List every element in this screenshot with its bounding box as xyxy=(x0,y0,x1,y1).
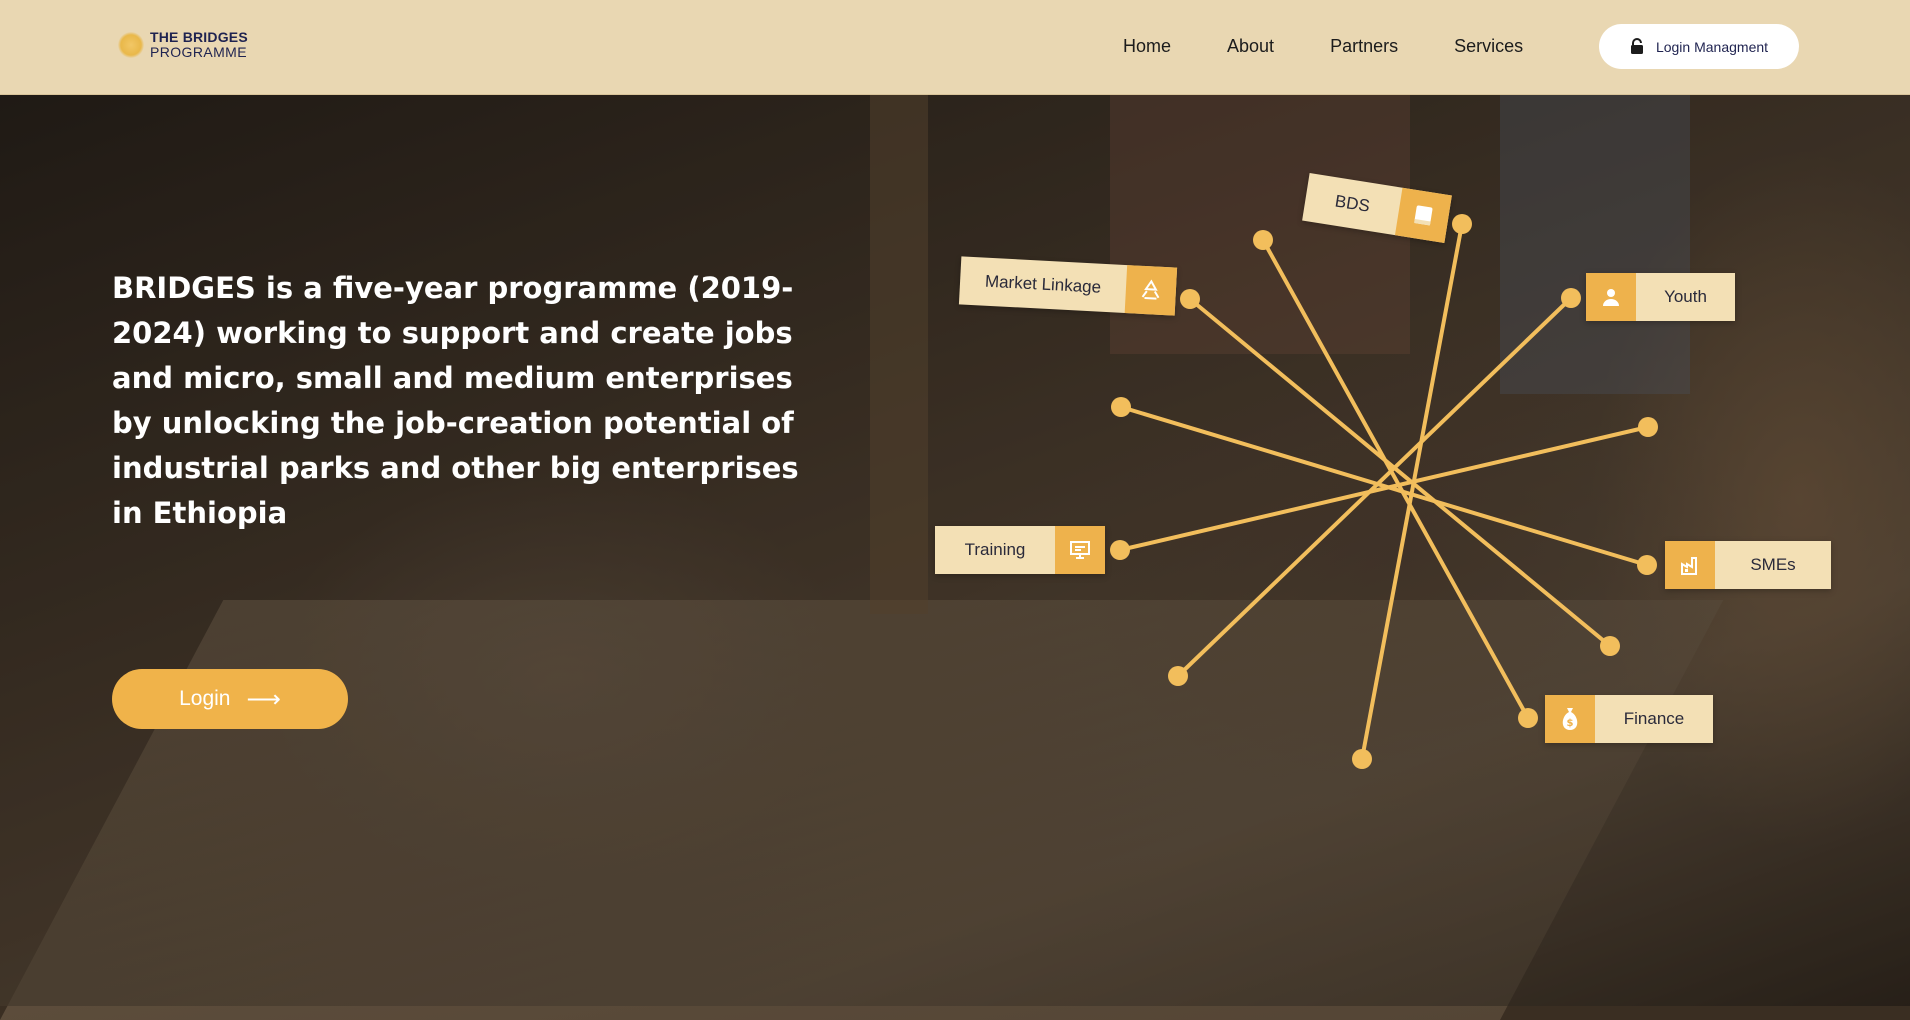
user-icon xyxy=(1586,273,1636,321)
connector-dot xyxy=(1168,666,1188,686)
tag-youth[interactable]: Youth xyxy=(1586,273,1735,321)
connector-line xyxy=(1176,296,1573,678)
tag-youth-label: Youth xyxy=(1664,287,1707,306)
connector-dot xyxy=(1110,540,1130,560)
connector-dot xyxy=(1561,288,1581,308)
svg-text:$: $ xyxy=(1567,718,1574,729)
connector-dot xyxy=(1180,289,1200,309)
connector-dot xyxy=(1518,708,1538,728)
connector-dot xyxy=(1111,397,1131,417)
connector-dot xyxy=(1600,636,1620,656)
recycle-icon xyxy=(1124,265,1178,316)
presentation-icon xyxy=(1055,526,1105,574)
services-network-graphic xyxy=(1110,214,1658,769)
book-icon xyxy=(1394,187,1452,243)
connector-dot xyxy=(1638,417,1658,437)
tag-training[interactable]: Training xyxy=(935,526,1105,574)
tag-finance[interactable]: $ Finance xyxy=(1545,695,1713,743)
connector-dot xyxy=(1352,749,1372,769)
tag-finance-label: Finance xyxy=(1623,709,1685,728)
tag-training-label: Training xyxy=(964,540,1026,559)
connector-line xyxy=(1261,238,1530,720)
connector-dot xyxy=(1253,230,1273,250)
connector-line xyxy=(1119,405,1649,567)
tag-smes[interactable]: SMEs xyxy=(1665,541,1831,589)
connector-dot xyxy=(1637,555,1657,575)
connector-line xyxy=(1118,425,1650,552)
money-bag-icon: $ xyxy=(1545,695,1595,743)
tag-bds-label: BDS xyxy=(1333,191,1372,216)
tag-smes-label: SMEs xyxy=(1750,555,1796,574)
factory-icon xyxy=(1665,541,1715,589)
tag-market-linkage-label: Market Linkage xyxy=(984,271,1102,297)
connector-dot xyxy=(1452,214,1472,234)
connector-line xyxy=(1188,297,1612,648)
